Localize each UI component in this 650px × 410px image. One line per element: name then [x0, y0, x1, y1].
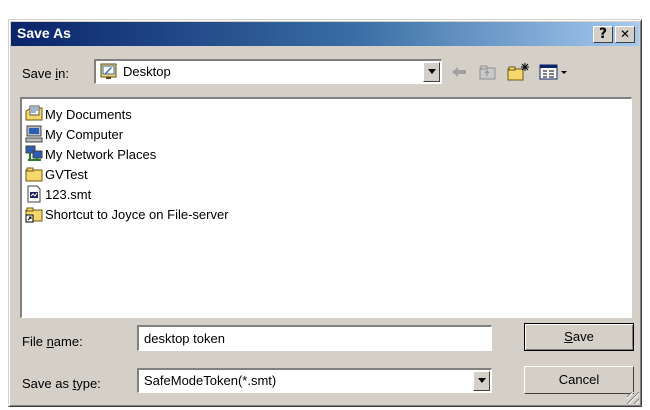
- save-as-type-label: Save as type:: [22, 376, 101, 391]
- file-list[interactable]: My Documents My Computer My Network Plac…: [20, 97, 632, 318]
- my-computer-icon: [25, 125, 43, 143]
- list-item[interactable]: 123.smt: [25, 184, 91, 204]
- list-item[interactable]: My Computer: [25, 124, 123, 144]
- list-item[interactable]: My Documents: [25, 104, 132, 124]
- desktop-icon: [100, 63, 117, 80]
- list-item[interactable]: Shortcut to Joyce on File-server: [25, 204, 229, 224]
- my-documents-icon: [25, 105, 43, 123]
- save-in-label: Save in:: [22, 66, 69, 81]
- title-bar[interactable]: Save As ? ✕: [11, 22, 639, 46]
- list-item[interactable]: GVTest: [25, 164, 88, 184]
- new-folder-icon[interactable]: [506, 62, 530, 84]
- save-in-combo[interactable]: Desktop: [94, 59, 442, 84]
- help-button[interactable]: ?: [593, 26, 613, 43]
- save-in-value: Desktop: [123, 64, 171, 79]
- file-name-value: desktop token: [144, 331, 225, 346]
- shortcut-folder-icon: [25, 205, 43, 223]
- save-button[interactable]: Save: [524, 323, 634, 351]
- file-name-label: File name:: [22, 334, 83, 349]
- view-menu-icon[interactable]: [539, 62, 569, 84]
- window-title: Save As: [17, 25, 71, 41]
- close-button[interactable]: ✕: [615, 26, 635, 43]
- save-as-type-value: SafeModeToken(*.smt): [144, 373, 277, 388]
- list-item[interactable]: My Network Places: [25, 144, 156, 164]
- up-folder-icon[interactable]: [478, 62, 498, 84]
- save-as-dialog: Save As ? ✕ Save in: Desktop My Document…: [8, 19, 642, 407]
- cancel-button[interactable]: Cancel: [524, 366, 634, 394]
- save-as-type-combo[interactable]: SafeModeToken(*.smt): [137, 368, 492, 393]
- chevron-down-icon[interactable]: [423, 62, 440, 82]
- chevron-down-icon[interactable]: [473, 371, 490, 391]
- back-icon[interactable]: [449, 62, 469, 84]
- smt-file-icon: [25, 185, 43, 203]
- resize-grip-icon[interactable]: [627, 392, 639, 404]
- file-name-input[interactable]: desktop token: [137, 325, 492, 351]
- folder-icon: [25, 165, 43, 183]
- network-places-icon: [25, 145, 43, 163]
